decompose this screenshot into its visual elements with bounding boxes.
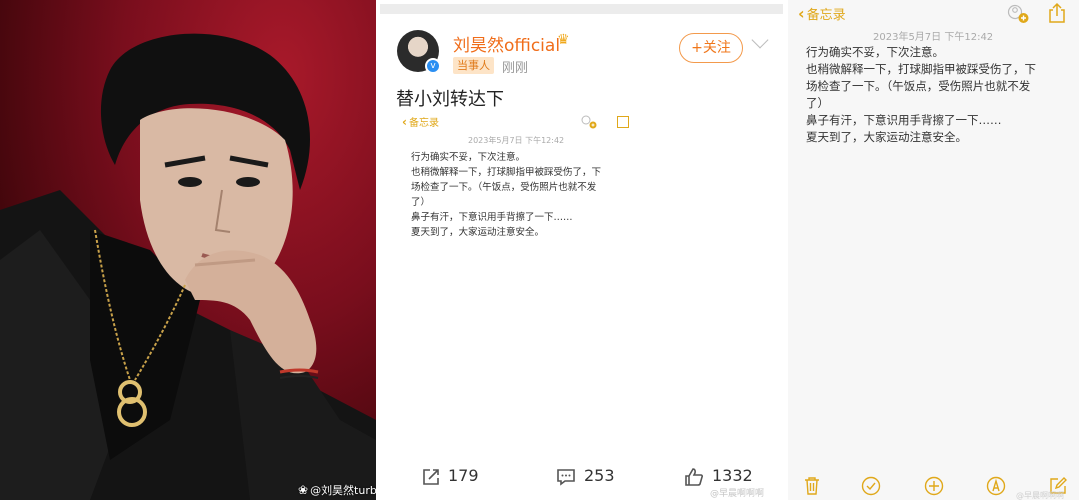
memo-screenshot: ‹ 备忘录 2023年5月7日 下午12:42 行为确实不妥，下次注意。 也稍微解… (788, 0, 1079, 500)
share-people-icon[interactable] (1006, 4, 1030, 24)
role-badge: 当事人 (453, 57, 494, 74)
memo-line: 也稍微解释一下，打球脚指甲被踩受伤了，下 (411, 167, 602, 178)
memo-body[interactable]: 行为确实不妥，下次注意。 也稍微解释一下，打球脚指甲被踩受伤了，下 场检查了一下… (806, 44, 1076, 146)
comment-count: 253 (584, 466, 615, 485)
portrait-illustration (0, 33, 376, 500)
memo-date: 2023年5月7日 下午12:42 (873, 32, 994, 43)
embed-back-button: ‹ 备忘录 (402, 115, 439, 129)
memo-line: 了） (411, 197, 431, 208)
photo-watermark: ❀@刘昊然turbo (298, 483, 376, 497)
repost-button[interactable]: 179 (422, 466, 479, 496)
export-icon (617, 116, 629, 128)
embedded-memo-image[interactable]: ‹ 备忘录 2023年5月7日 下午12:42 行为确实不妥，下次注意。 也稍微解… (398, 108, 643, 253)
follow-button[interactable]: +关注 (679, 33, 743, 63)
memo-line: 了） (806, 96, 829, 110)
post-time: 刚刚 (502, 61, 529, 76)
memo-line: 行为确实不妥，下次注意。 (806, 45, 944, 59)
weibo-watermark: @早晨啊啊啊 (710, 489, 765, 499)
memo-line: 夏天到了，大家运动注意安全。 (411, 227, 545, 238)
weibo-logo-icon: ❀ (298, 483, 309, 497)
memo-line: 行为确实不妥，下次注意。 (411, 152, 526, 163)
repost-icon (423, 468, 439, 485)
weibo-post: v 刘昊然official ♛ 当事人 刚刚 +关注 替小刘转达下 ‹ 备忘录 2… (380, 0, 783, 500)
chevron-down-icon[interactable] (751, 31, 769, 49)
memo-line: 鼻子有汗，下意识用手背擦了一下…… (411, 212, 573, 223)
embed-date: 2023年5月7日 下午12:42 (468, 136, 565, 145)
like-count: 1332 (712, 466, 753, 485)
add-icon[interactable] (924, 476, 944, 496)
comment-icon (557, 468, 575, 486)
checklist-icon[interactable] (861, 476, 881, 496)
crown-icon: ♛ (557, 32, 570, 48)
chevron-left-icon: ‹ (798, 4, 805, 23)
memo-line: 场检查了一下。（午饭点，受伤照片也就不发 (806, 79, 1031, 93)
comment-button[interactable]: 253 (556, 466, 615, 496)
memo-line: 也稍微解释一下，打球脚指甲被踩受伤了，下 (806, 62, 1036, 76)
trash-icon[interactable] (802, 476, 822, 496)
memo-line: 场检查了一下。（午饭点，受伤照片也就不发 (411, 182, 597, 193)
memo-line: 鼻子有汗，下意识用手背擦了一下…… (806, 113, 1002, 127)
export-icon[interactable] (1048, 2, 1066, 24)
memo-watermark: @早晨啊啊啊 (1016, 491, 1064, 500)
chevron-left-icon: ‹ (402, 115, 407, 129)
embed-memo-body: 行为确实不妥，下次注意。 也稍微解释一下，打球脚指甲被踩受伤了，下 场检查了一下… (411, 150, 631, 240)
memo-back-button[interactable]: ‹ 备忘录 (798, 4, 846, 23)
share-people-icon (581, 115, 597, 129)
user-name[interactable]: 刘昊然official (453, 31, 560, 56)
memo-line: 夏天到了，大家运动注意安全。 (806, 130, 967, 144)
verified-icon: v (425, 58, 441, 74)
portrait-photo: ❀@刘昊然turbo (0, 0, 376, 500)
thumbs-up-icon (685, 467, 703, 486)
repost-count: 179 (448, 466, 479, 485)
markup-pen-icon[interactable] (986, 476, 1006, 496)
top-divider (380, 4, 783, 14)
